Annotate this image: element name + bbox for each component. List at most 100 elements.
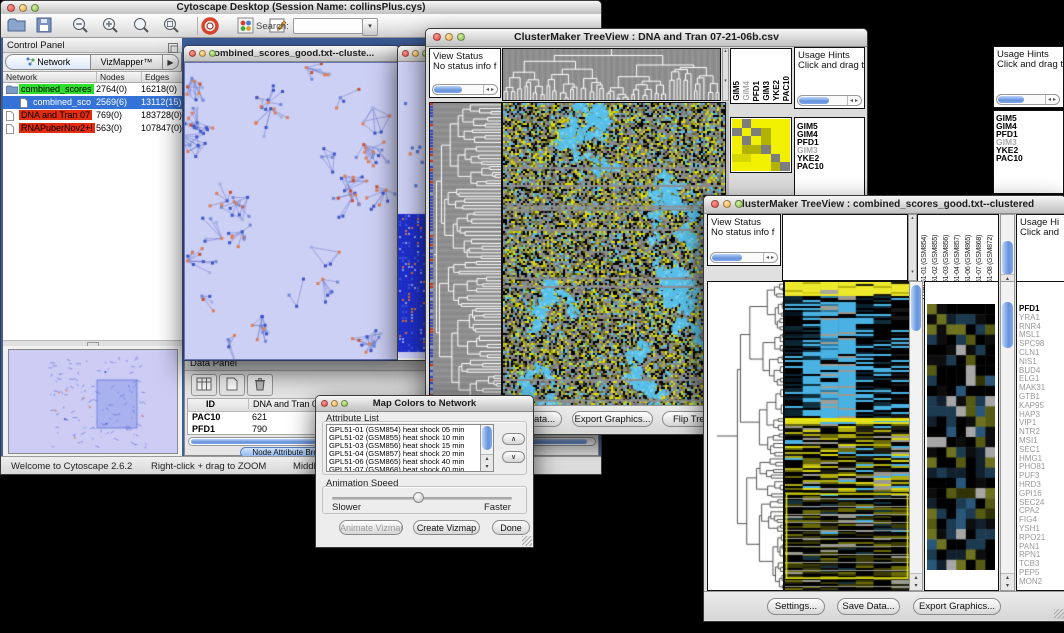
matrix-cell[interactable] — [742, 136, 752, 145]
matrix-cell[interactable] — [751, 119, 761, 128]
zoom-out-icon[interactable] — [71, 17, 89, 40]
speed-slider-thumb[interactable] — [413, 492, 424, 503]
gene-label[interactable]: PAC10 — [795, 162, 864, 170]
matrix-cell[interactable] — [771, 136, 781, 145]
attribute-list-vscrollbar[interactable]: ▴▾ — [480, 425, 493, 471]
network-row[interactable]: combined_sco2569(6)13112(15) — [3, 96, 182, 109]
gene-label[interactable]: PAC10 — [994, 154, 1063, 162]
open-file-icon[interactable] — [7, 17, 26, 38]
tv1-column-dendrogram[interactable] — [502, 48, 721, 101]
minimize-icon[interactable] — [19, 4, 27, 12]
zoom-window-icon[interactable] — [209, 50, 216, 57]
search-input[interactable] — [293, 18, 363, 34]
close-icon[interactable] — [189, 50, 196, 57]
matrix-cell[interactable] — [780, 136, 790, 145]
matrix-cell[interactable] — [751, 162, 761, 171]
col-network[interactable]: Network — [6, 72, 37, 82]
matrix-cell[interactable] — [732, 119, 742, 128]
attribute-item[interactable]: GPL51-07 (GSM868) heat shock 60 min — [329, 466, 493, 472]
network-row[interactable]: combined_scores2764(0)16218(0) — [3, 83, 182, 96]
matrix-cell[interactable] — [732, 162, 742, 171]
tv1-row-dendrogram[interactable] — [429, 102, 502, 407]
matrix-cell[interactable] — [732, 128, 742, 137]
done-button[interactable]: Done — [492, 520, 530, 535]
resize-grip[interactable] — [522, 536, 532, 546]
matrix-cell[interactable] — [742, 145, 752, 154]
delete-attribute-trash-icon[interactable] — [247, 374, 273, 396]
matrix-cell[interactable] — [761, 154, 771, 163]
minimize-icon[interactable] — [723, 200, 731, 208]
matrix-cell[interactable] — [780, 162, 790, 171]
close-icon[interactable] — [402, 50, 409, 57]
tv2-column-scroll-strip[interactable]: ▴▾ — [908, 214, 917, 281]
matrix-cell[interactable] — [780, 154, 790, 163]
minimize-icon[interactable] — [199, 50, 206, 57]
treeview2-titlebar[interactable]: ClusterMaker TreeView : combined_scores_… — [704, 196, 1064, 214]
matrix-cell[interactable] — [742, 154, 752, 163]
matrix-cell[interactable] — [751, 154, 761, 163]
minimize-icon[interactable] — [445, 33, 453, 41]
dialog-titlebar[interactable]: Map Colors to Network — [316, 396, 533, 412]
matrix-cell[interactable] — [751, 145, 761, 154]
network-overview-canvas[interactable] — [8, 349, 178, 454]
usage-hints-hscrollbar[interactable]: ◂▸ — [996, 94, 1060, 105]
zoom-fit-icon[interactable] — [132, 17, 150, 40]
tabs-overflow-button[interactable]: ▶ — [162, 54, 179, 70]
view-status-hscrollbar[interactable]: ◂▸ — [432, 84, 498, 95]
zoom-in-icon[interactable] — [101, 17, 119, 40]
matrix-cell[interactable] — [761, 119, 771, 128]
matrix-cell[interactable] — [751, 136, 761, 145]
close-icon[interactable] — [711, 200, 719, 208]
cytoscape-titlebar[interactable]: Cytoscape Desktop (Session Name: collins… — [1, 1, 601, 15]
matrix-cell[interactable] — [780, 119, 790, 128]
matrix-cell[interactable] — [761, 162, 771, 171]
matrix-cell[interactable] — [771, 162, 781, 171]
export-graphics-button[interactable]: Export Graphics... — [913, 598, 1001, 615]
matrix-cell[interactable] — [742, 119, 752, 128]
tv2-row-dendrogram[interactable] — [707, 281, 784, 591]
matrix-cell[interactable] — [771, 145, 781, 154]
table-cell-value[interactable]: 621 — [252, 412, 267, 422]
col-nodes[interactable]: Nodes — [96, 72, 125, 82]
select-attributes-icon[interactable] — [191, 374, 217, 396]
zoom-selected-icon[interactable] — [162, 17, 180, 40]
zoom-window-icon[interactable] — [31, 4, 39, 12]
close-icon[interactable] — [7, 4, 15, 12]
tab-network[interactable]: Network — [5, 54, 91, 70]
close-icon[interactable] — [433, 33, 441, 41]
tv2-heatmap[interactable] — [784, 281, 910, 591]
create-vizmap-button[interactable]: Create Vizmap — [413, 520, 480, 535]
export-graphics-button[interactable]: Export Graphics... — [572, 411, 653, 427]
table-col-id[interactable]: ID — [206, 399, 215, 409]
settings-button[interactable]: Settings... — [767, 598, 825, 615]
matrix-cell[interactable] — [761, 136, 771, 145]
usage-hints-hscrollbar[interactable]: ◂▸ — [797, 95, 862, 106]
gene-label[interactable]: MON2 — [1017, 578, 1064, 587]
network-view-titlebar[interactable]: combined_scores_good.txt--cluste... — [184, 46, 399, 62]
help-lifebuoy-icon[interactable] — [201, 17, 219, 40]
zoom-window-icon[interactable] — [457, 33, 465, 41]
minimize-icon[interactable] — [331, 400, 338, 407]
matrix-cell[interactable] — [742, 128, 752, 137]
matrix-cell[interactable] — [780, 128, 790, 137]
matrix-cell[interactable] — [742, 162, 752, 171]
matrix-cell[interactable] — [771, 128, 781, 137]
minimize-icon[interactable] — [412, 50, 419, 57]
tv2-heatmap-vscrollbar[interactable]: ▴▾ — [909, 281, 923, 591]
col-edges[interactable]: Edges — [141, 72, 169, 82]
close-icon[interactable] — [321, 400, 328, 407]
network-row[interactable]: DNA and Tran 07769(0)183728(0) — [3, 109, 182, 122]
save-data-button[interactable]: Save Data... — [837, 598, 900, 615]
resize-grip[interactable] — [1054, 609, 1064, 619]
tv1-column-scroll-strip[interactable]: ▴▾ — [722, 48, 729, 101]
table-cell-value[interactable]: 790 — [252, 424, 267, 434]
create-attribute-icon[interactable] — [219, 374, 245, 396]
matrix-cell[interactable] — [761, 145, 771, 154]
treeview1-titlebar[interactable]: ClusterMaker TreeView : DNA and Tran 07-… — [426, 29, 867, 47]
table-cell-id[interactable]: PFD1 — [192, 424, 215, 434]
matrix-cell[interactable] — [732, 136, 742, 145]
similarity-matrix[interactable] — [732, 119, 790, 171]
tv1-heatmap[interactable] — [502, 102, 726, 407]
attribute-listbox[interactable]: GPL51-01 (GSM854) heat shock 05 minGPL51… — [326, 424, 494, 472]
move-down-button[interactable]: ∨ — [502, 451, 525, 463]
